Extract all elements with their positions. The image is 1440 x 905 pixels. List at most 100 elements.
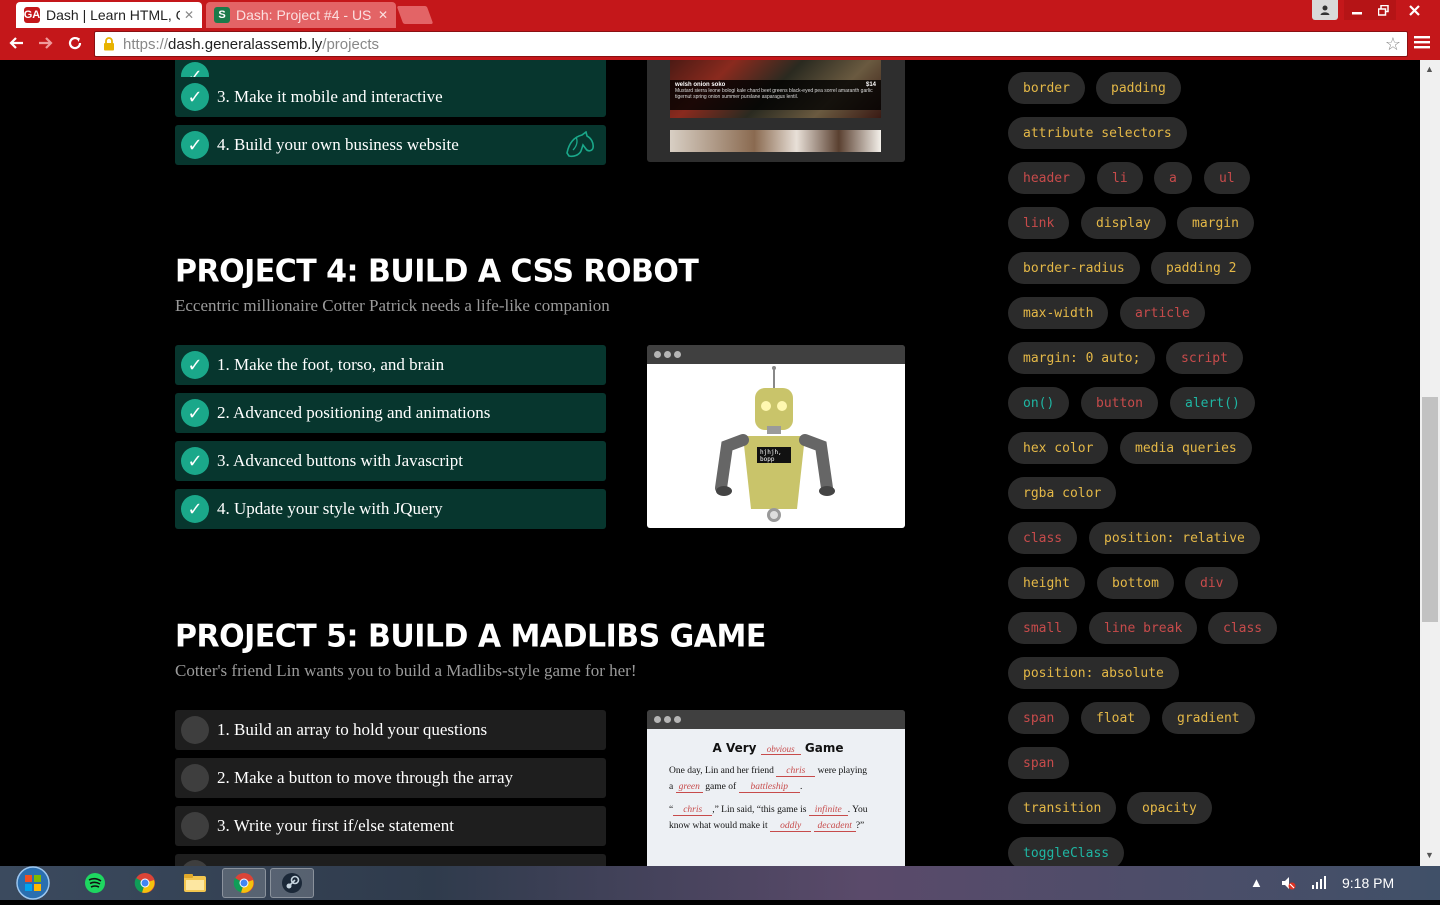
restore-icon[interactable] xyxy=(1370,0,1396,20)
task-item[interactable] xyxy=(175,854,606,866)
skill-tag[interactable]: media queries xyxy=(1120,432,1252,464)
close-window-icon[interactable] xyxy=(1396,0,1432,20)
scroll-down-arrow-icon[interactable]: ▼ xyxy=(1425,850,1434,860)
scroll-up-arrow-icon[interactable]: ▲ xyxy=(1425,64,1434,74)
skill-tag[interactable]: margin: 0 auto; xyxy=(1008,342,1156,374)
address-bar[interactable]: https://dash.generalassemb.ly/projects ☆ xyxy=(94,31,1408,57)
task-item[interactable]: ✓ 2. Advanced positioning and animations xyxy=(175,393,606,433)
page-scrollbar[interactable]: ▲ ▼ xyxy=(1420,60,1440,866)
bookmark-star-icon[interactable]: ☆ xyxy=(1385,34,1401,55)
url-path: /projects xyxy=(322,35,379,53)
skill-tag[interactable]: class xyxy=(1208,612,1278,644)
skill-tag[interactable]: script xyxy=(1166,342,1243,374)
task-label: 4. Build your own business website xyxy=(217,135,459,154)
tab-dash-project-4[interactable]: S Dash: Project #4 - US ✕ xyxy=(206,2,396,28)
skill-tag[interactable]: position: absolute xyxy=(1008,657,1179,689)
chrome-icon[interactable] xyxy=(123,868,167,898)
skill-tag[interactable]: attribute selectors xyxy=(1008,117,1187,149)
skill-tag[interactable]: line break xyxy=(1089,612,1198,644)
ssl-lock-icon[interactable] xyxy=(103,37,117,51)
robot-canvas: hjhjh, bopp xyxy=(647,364,905,528)
scrollbar-thumb[interactable] xyxy=(1422,397,1438,622)
skill-tag[interactable]: button xyxy=(1081,387,1158,419)
skill-tag[interactable]: toggleClass xyxy=(1008,837,1125,866)
steam-icon[interactable] xyxy=(270,868,314,898)
skill-tag[interactable]: li xyxy=(1097,162,1143,194)
story-text: . You xyxy=(847,805,868,815)
skill-tag[interactable]: span xyxy=(1008,747,1070,779)
skill-tag[interactable]: ul xyxy=(1204,162,1250,194)
skill-tag[interactable]: max-width xyxy=(1008,297,1109,329)
madlibs-title-post: Game xyxy=(804,741,844,755)
url-host: dash.generalassemb.ly xyxy=(168,35,323,53)
skill-tag[interactable]: opacity xyxy=(1127,792,1212,824)
skill-tag[interactable]: gradient xyxy=(1162,702,1255,734)
volume-muted-icon[interactable] xyxy=(1280,875,1296,894)
task-item[interactable]: ✓ 3. Make it mobile and interactive xyxy=(175,77,606,117)
robot-preview-window[interactable]: hjhjh, bopp xyxy=(647,345,905,528)
tab-title: Dash | Learn HTML, C xyxy=(46,7,180,23)
robot-illustration: hjhjh, bopp xyxy=(715,366,835,522)
skill-tag[interactable]: span xyxy=(1008,702,1070,734)
madlib-word: infinite xyxy=(808,805,848,816)
skill-tag[interactable]: div xyxy=(1185,567,1239,599)
task-item[interactable]: 2. Make a button to move through the arr… xyxy=(175,758,606,798)
skill-tag[interactable]: class xyxy=(1008,522,1078,554)
chrome-menu-icon[interactable] xyxy=(1414,34,1434,54)
skill-tag[interactable]: small xyxy=(1008,612,1078,644)
madlib-word: chris xyxy=(776,766,816,777)
story-text: know what would make it xyxy=(669,821,768,831)
madlibs-page: A Very obvious Game One day, Lin and her… xyxy=(647,729,905,866)
skill-tag[interactable]: alert() xyxy=(1170,387,1255,419)
network-signal-icon[interactable] xyxy=(1311,875,1327,892)
skill-tag[interactable]: height xyxy=(1008,567,1085,599)
skill-tag[interactable]: rgba color xyxy=(1008,477,1117,509)
tab-dash-learn[interactable]: GA Dash | Learn HTML, C ✕ xyxy=(16,2,202,28)
project-title: PROJECT 5: BUILD A MADLIBS GAME xyxy=(175,618,766,655)
skill-tag[interactable]: header xyxy=(1008,162,1085,194)
window-dots xyxy=(647,345,905,364)
taskbar-clock[interactable]: 9:18 PM xyxy=(1342,875,1394,891)
spotify-icon[interactable] xyxy=(73,868,117,898)
skill-tag[interactable]: border xyxy=(1008,72,1085,104)
skill-tag[interactable]: link xyxy=(1008,207,1070,239)
skill-tag[interactable]: transition xyxy=(1008,792,1117,824)
chrome-active-window-icon[interactable] xyxy=(222,868,266,898)
skill-tag[interactable]: a xyxy=(1154,162,1192,194)
task-label: 3. Make it mobile and interactive xyxy=(217,87,443,106)
user-profile-icon[interactable] xyxy=(1312,0,1338,20)
task-label: 4. Update your style with JQuery xyxy=(217,499,443,518)
task-item[interactable]: ✓ 4. Update your style with JQuery xyxy=(175,489,606,529)
skill-tag[interactable]: on() xyxy=(1008,387,1070,419)
skill-tag[interactable]: hex color xyxy=(1008,432,1109,464)
task-item[interactable]: 3. Write your first if/else statement xyxy=(175,806,606,846)
story-text: game of xyxy=(705,782,737,792)
madlibs-preview-window[interactable]: A Very obvious Game One day, Lin and her… xyxy=(647,710,905,866)
back-arrow-icon[interactable] xyxy=(6,32,28,54)
show-hidden-icons-arrow-icon[interactable]: ▲ xyxy=(1250,875,1263,890)
project-description: Cotter's friend Lin wants you to build a… xyxy=(175,661,637,680)
skill-tag[interactable]: padding 2 xyxy=(1151,252,1252,284)
task-item[interactable]: 1. Build an array to hold your questions xyxy=(175,710,606,750)
minimize-icon[interactable] xyxy=(1344,0,1370,20)
robot-screen-line1: hjhjh, xyxy=(760,449,782,456)
file-explorer-icon[interactable] xyxy=(173,868,217,898)
skill-tag[interactable]: article xyxy=(1120,297,1205,329)
task-item[interactable]: ✓ 3. Advanced buttons with Javascript xyxy=(175,441,606,481)
skill-tag[interactable]: position: relative xyxy=(1089,522,1260,554)
task-item[interactable]: ✓ 4. Build your own business website xyxy=(175,125,606,165)
story-text: ?” xyxy=(855,821,865,831)
task-item[interactable]: ✓ 1. Make the foot, torso, and brain xyxy=(175,345,606,385)
start-orb-icon[interactable] xyxy=(11,866,55,900)
skill-tag[interactable]: margin xyxy=(1177,207,1254,239)
skill-tag[interactable]: float xyxy=(1081,702,1151,734)
reload-icon[interactable] xyxy=(64,32,86,54)
skill-tag[interactable]: display xyxy=(1081,207,1166,239)
new-tab-button[interactable] xyxy=(396,6,434,24)
skill-tag[interactable]: padding xyxy=(1096,72,1181,104)
tab-close-icon[interactable]: ✕ xyxy=(378,8,388,22)
tab-close-icon[interactable]: ✕ xyxy=(184,8,194,22)
forward-arrow-icon[interactable] xyxy=(34,32,56,54)
skill-tag[interactable]: bottom xyxy=(1097,567,1174,599)
skill-tag[interactable]: border-radius xyxy=(1008,252,1140,284)
